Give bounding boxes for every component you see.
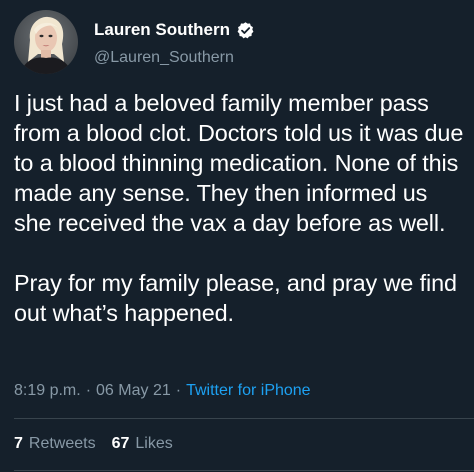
tweet-meta: 8:19 p.m. · 06 May 21 · Twitter for iPho…	[14, 380, 311, 402]
retweets-count: 7	[14, 435, 23, 452]
user-handle[interactable]: @Lauren_Southern	[94, 49, 255, 67]
tweet-text: I just had a beloved family member pass …	[14, 90, 464, 326]
tweet-time[interactable]: 8:19 p.m.	[14, 382, 81, 400]
display-name[interactable]: Lauren Southern	[94, 20, 230, 40]
verified-badge-icon	[236, 21, 255, 40]
divider	[14, 470, 474, 471]
tweet-header: Lauren Southern @Lauren_Southern	[14, 10, 255, 74]
tweet-date[interactable]: 06 May 21	[96, 382, 171, 400]
meta-separator: ·	[85, 382, 92, 399]
avatar[interactable]	[14, 10, 78, 74]
avatar-image	[14, 10, 78, 74]
retweets-label: Retweets	[28, 435, 96, 452]
tweet-detail: Lauren Southern @Lauren_Southern I just …	[0, 0, 474, 472]
tweet-source-link[interactable]: Twitter for iPhone	[186, 382, 311, 400]
likes-count: 67	[111, 435, 130, 452]
divider	[14, 418, 474, 419]
user-names: Lauren Southern @Lauren_Southern	[94, 17, 255, 67]
likes-stat[interactable]: 67 Likes	[112, 435, 173, 453]
likes-label: Likes	[135, 435, 173, 452]
tweet-stats: 7 Retweets 67 Likes	[14, 432, 189, 456]
meta-separator: ·	[175, 382, 182, 399]
name-row: Lauren Southern	[94, 17, 255, 43]
retweets-stat[interactable]: 7 Retweets	[14, 435, 96, 453]
